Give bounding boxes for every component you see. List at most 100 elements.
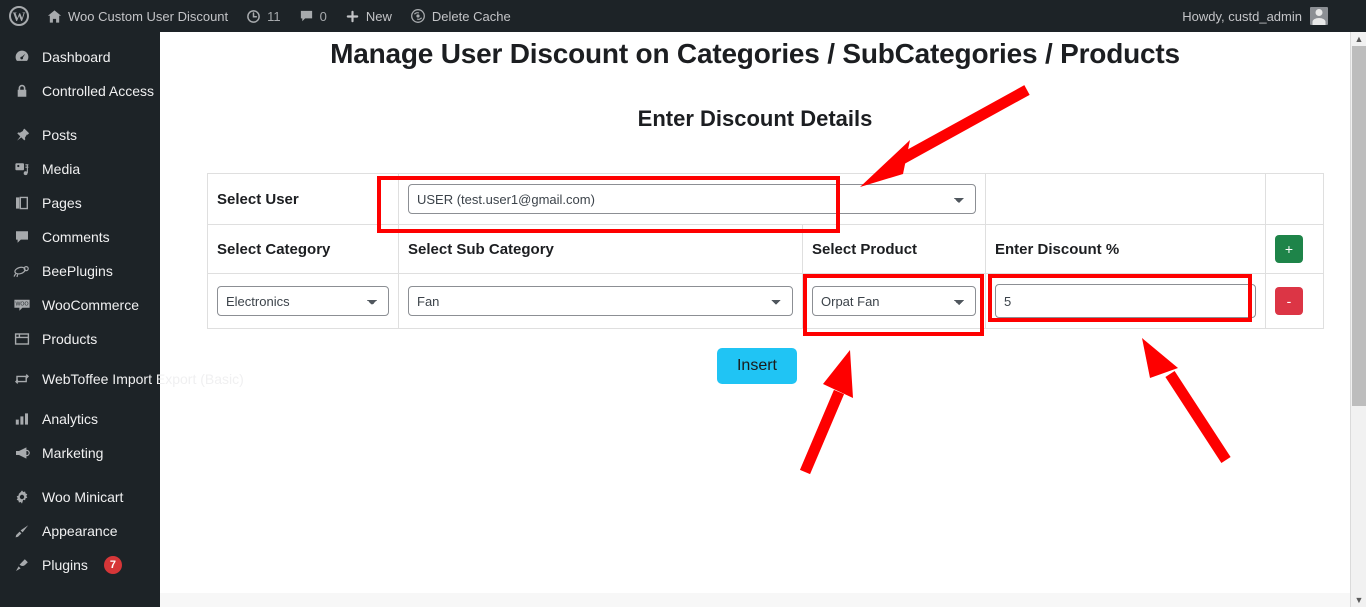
category-cell: Electronics — [207, 273, 399, 329]
pin-icon — [12, 125, 32, 145]
remove-row-cell: - — [1265, 273, 1324, 329]
gear-icon — [12, 487, 32, 507]
column-headers-row: Select Category Select Sub Category Sele… — [207, 224, 1324, 274]
wordpress-logo-icon: W — [9, 6, 29, 26]
plus-icon — [345, 9, 360, 24]
new-content-menu[interactable]: New — [336, 0, 401, 32]
sidebar-item-products[interactable]: Products — [0, 322, 160, 356]
delete-cache-menu[interactable]: Delete Cache — [401, 0, 520, 32]
comments-icon — [12, 227, 32, 247]
sidebar-item-label: Dashboard — [42, 48, 111, 65]
sidebar-item-webtoffee-import-export[interactable]: WebToffee Import Export (Basic) — [0, 356, 244, 402]
discount-cell — [985, 273, 1266, 329]
woo-icon: WOO — [12, 295, 32, 315]
import-export-icon — [12, 369, 32, 389]
sidebar-item-woocommerce[interactable]: WOO WooCommerce — [0, 288, 160, 322]
avatar-icon — [1310, 7, 1328, 25]
horizontal-scrollbar-track[interactable] — [160, 593, 1350, 607]
sidebar-item-label: Controlled Access — [42, 82, 155, 99]
sidebar-item-woo-minicart[interactable]: Woo Minicart — [0, 480, 160, 514]
dashboard-icon — [12, 47, 32, 67]
menu-separator — [0, 108, 160, 118]
discount-entry-row: Electronics Fan Orpat Fan 5 - — [207, 273, 1324, 329]
sidebar-item-label: Woo Minicart — [42, 488, 124, 505]
sidebar-item-media[interactable]: Media — [0, 152, 160, 186]
header-select-subcategory: Select Sub Category — [398, 224, 803, 274]
menu-separator — [0, 470, 160, 480]
media-icon — [12, 159, 32, 179]
select-user-cell: USER (test.user1@gmail.com) — [398, 173, 986, 225]
sidebar-item-marketing[interactable]: Marketing — [0, 436, 160, 470]
site-name-label: Woo Custom User Discount — [68, 8, 229, 24]
header-select-product: Select Product — [802, 224, 986, 274]
select-user-dropdown[interactable]: USER (test.user1@gmail.com) — [408, 184, 976, 214]
sidebar-item-comments[interactable]: Comments — [0, 220, 160, 254]
sidebar-item-label: Media — [42, 160, 81, 177]
add-row-button[interactable]: + — [1275, 235, 1303, 263]
sidebar-item-label: Posts — [42, 126, 78, 143]
scroll-up-arrow-icon[interactable]: ▲ — [1351, 32, 1366, 46]
product-cell: Orpat Fan — [802, 273, 986, 329]
sidebar-item-label: Analytics — [42, 410, 99, 427]
sidebar-item-controlled-access[interactable]: Controlled Access — [0, 74, 160, 108]
sidebar-item-beeplugins[interactable]: BeePlugins — [0, 254, 160, 288]
site-name-menu[interactable]: Woo Custom User Discount — [38, 0, 237, 32]
main-content: Manage User Discount on Categories / Sub… — [160, 32, 1350, 607]
sidebar-item-appearance[interactable]: Appearance — [0, 514, 160, 548]
sidebar-item-label: Pages — [42, 194, 82, 211]
sidebar-item-dashboard[interactable]: Dashboard — [0, 40, 160, 74]
empty-cell-user-2 — [1265, 173, 1324, 225]
wp-logo-menu[interactable]: W — [0, 0, 38, 32]
plugins-update-badge: 7 — [103, 556, 122, 574]
enter-discount-input[interactable] — [995, 284, 1256, 318]
sidebar-item-plugins[interactable]: Plugins 7 — [0, 548, 160, 582]
select-user-label: Select User — [207, 173, 399, 225]
products-icon — [12, 329, 32, 349]
select-product-dropdown[interactable]: Orpat Fan — [812, 286, 976, 316]
analytics-icon — [12, 409, 32, 429]
empty-cell-user-1 — [985, 173, 1266, 225]
select-category-dropdown[interactable]: Electronics — [217, 286, 389, 316]
insert-button[interactable]: Insert — [716, 348, 797, 384]
remove-row-button[interactable]: - — [1275, 287, 1303, 315]
select-user-row: Select User USER (test.user1@gmail.com) — [207, 173, 1324, 225]
my-account-menu[interactable]: Howdy, custd_admin — [1182, 7, 1366, 25]
sidebar-item-label: Marketing — [42, 444, 104, 461]
home-icon — [47, 9, 62, 24]
scroll-down-arrow-icon[interactable]: ▼ — [1351, 593, 1366, 607]
screen: W Woo Custom User Discount 11 0 New Dele… — [0, 0, 1366, 607]
sidebar-item-label: BeePlugins — [42, 262, 113, 279]
sidebar-item-label: WebToffee Import Export (Basic) — [42, 370, 244, 387]
subcategory-cell: Fan — [398, 273, 803, 329]
insert-button-wrapper: Insert — [207, 348, 1307, 384]
updates-icon — [246, 9, 261, 24]
updates-count: 11 — [267, 8, 281, 24]
discount-form-table: Select User USER (test.user1@gmail.com) … — [207, 173, 1324, 329]
header-select-category: Select Category — [207, 224, 399, 274]
comments-menu[interactable]: 0 — [290, 0, 336, 32]
comments-count: 0 — [319, 8, 327, 24]
vertical-scrollbar-thumb[interactable] — [1352, 46, 1366, 406]
delete-cache-icon — [410, 8, 426, 24]
svg-text:WOO: WOO — [16, 302, 29, 308]
sidebar-item-analytics[interactable]: Analytics — [0, 402, 160, 436]
select-subcategory-dropdown[interactable]: Fan — [408, 286, 793, 316]
pages-icon — [12, 193, 32, 213]
wp-admin-bar: W Woo Custom User Discount 11 0 New Dele… — [0, 0, 1366, 32]
bee-icon — [12, 261, 32, 281]
discount-form-table-wrapper: Select User USER (test.user1@gmail.com) … — [160, 173, 1350, 384]
sidebar-item-label: Products — [42, 330, 98, 347]
new-label: New — [365, 8, 392, 24]
plug-icon — [12, 555, 32, 575]
header-enter-discount: Enter Discount % — [985, 224, 1266, 274]
sidebar-item-pages[interactable]: Pages — [0, 186, 160, 220]
sidebar-item-posts[interactable]: Posts — [0, 118, 160, 152]
updates-menu[interactable]: 11 — [237, 0, 290, 32]
sidebar-item-label: WooCommerce — [42, 296, 139, 313]
comment-bubble-icon — [299, 9, 314, 24]
delete-cache-label: Delete Cache — [431, 8, 511, 24]
sidebar-item-label: Plugins — [42, 556, 88, 573]
vertical-scrollbar[interactable]: ▲ ▼ — [1350, 32, 1366, 607]
page-title: Manage User Discount on Categories / Sub… — [330, 38, 1180, 69]
admin-sidebar-menu: Dashboard Controlled Access Posts Media … — [0, 32, 244, 607]
